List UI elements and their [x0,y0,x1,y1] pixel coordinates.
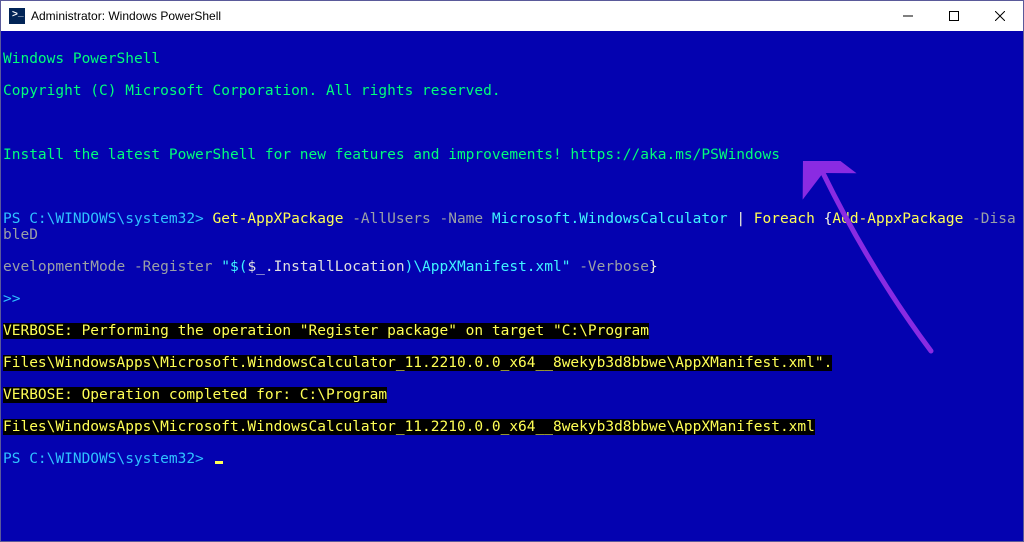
maximize-icon [949,11,959,21]
copyright-line: Copyright (C) Microsoft Corporation. All… [3,83,1021,99]
close-button[interactable] [977,1,1023,31]
powershell-window: Administrator: Windows PowerShell Window… [0,0,1024,542]
maximize-button[interactable] [931,1,977,31]
cursor-icon [215,461,223,464]
params-3: -Verbose [570,259,649,275]
package-name: Microsoft.WindowsCalculator [492,211,728,227]
install-location-var: $_.InstallLocation [247,259,404,275]
powershell-icon [9,8,25,24]
pipe-operator: | [736,211,745,227]
prompt: PS C:\WINDOWS\system32> [3,211,213,227]
verbose-line-1a: VERBOSE: Performing the operation "Regis… [3,323,1021,339]
install-hint-line: Install the latest PowerShell for new fe… [3,147,1021,163]
verbose-line-2a: VERBOSE: Operation completed for: C:\Pro… [3,387,1021,403]
cmdlet-get: Get-AppXPackage [213,211,344,227]
window-controls [885,1,1023,31]
params-2b: evelopmentMode -Register [3,259,221,275]
verbose-line-1b: Files\WindowsApps\Microsoft.WindowsCalcu… [3,355,1021,371]
terminal-viewport[interactable]: Windows PowerShell Copyright (C) Microso… [1,31,1023,541]
verbose-line-2b: Files\WindowsApps\Microsoft.WindowsCalcu… [3,419,1021,435]
banner-line: Windows PowerShell [3,51,1021,67]
prompt-line-2: PS C:\WINDOWS\system32> [3,451,1021,467]
command-line-1: PS C:\WINDOWS\system32> Get-AppXPackage … [3,211,1021,243]
continuation-prompt: >> [3,291,1021,307]
cmdlet-add: Add-AppxPackage [832,211,963,227]
window-title: Administrator: Windows PowerShell [31,9,885,23]
minimize-button[interactable] [885,1,931,31]
close-icon [995,11,1005,21]
minimize-icon [903,11,913,21]
command-line-2: evelopmentMode -Register "$($_.InstallLo… [3,259,1021,275]
foreach-keyword: Foreach [754,211,815,227]
titlebar[interactable]: Administrator: Windows PowerShell [1,1,1023,31]
params-1: -AllUsers -Name [343,211,491,227]
